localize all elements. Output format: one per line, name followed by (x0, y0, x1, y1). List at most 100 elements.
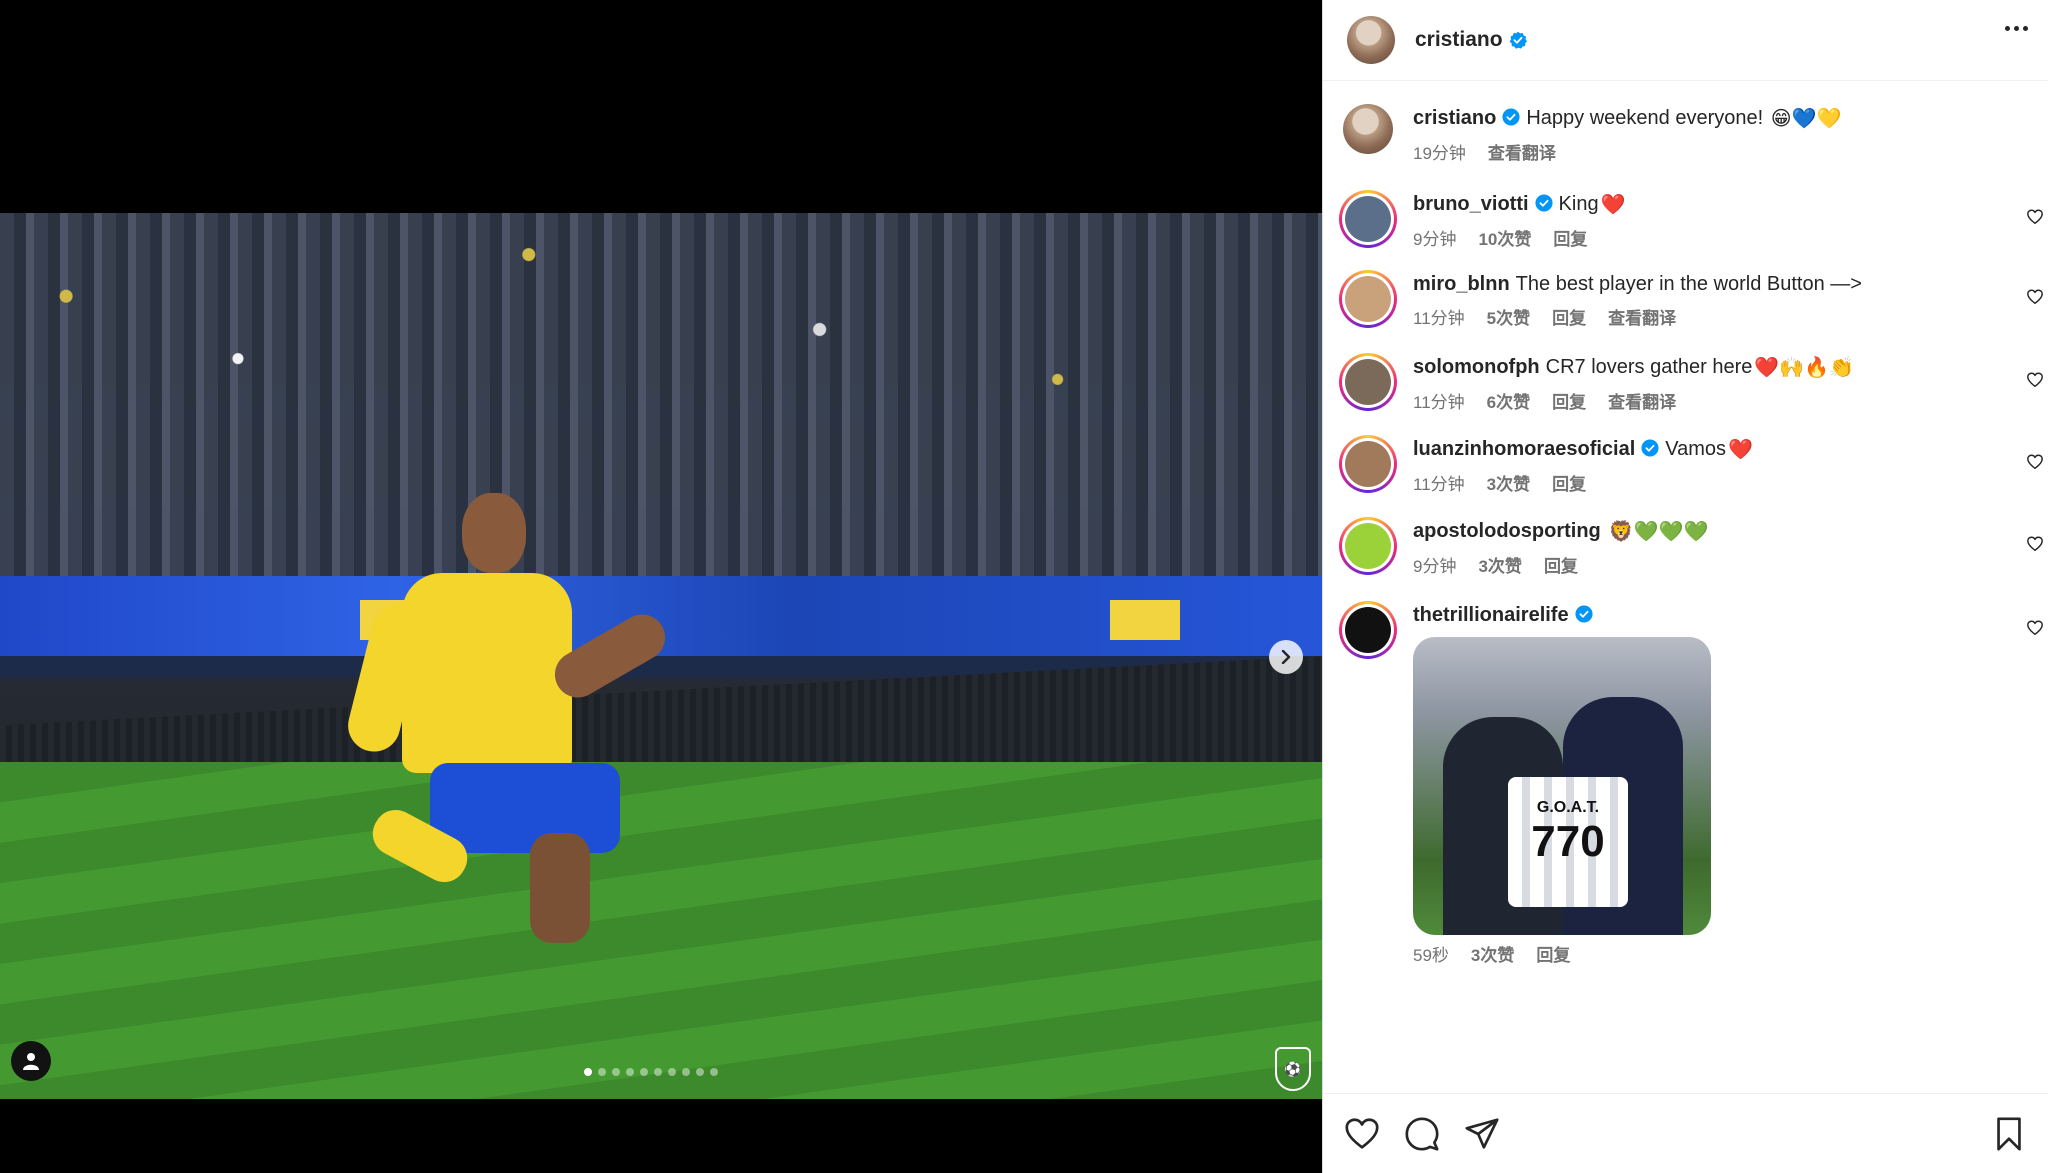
comment: luanzinhomoraesoficial Vamos ❤️ 11分钟 3次赞 回复 (1337, 435, 2048, 495)
carousel-dot (612, 1068, 620, 1076)
carousel-indicator (584, 1068, 718, 1076)
author-username[interactable]: cristiano (1415, 28, 1503, 52)
carousel-dot (710, 1068, 718, 1076)
post-photo[interactable] (0, 213, 1322, 1099)
comment-avatar-wrap (1337, 517, 1399, 577)
carousel-dot (598, 1068, 606, 1076)
commenter-avatar (1345, 523, 1391, 569)
reply-button[interactable]: 回复 (1553, 225, 1587, 250)
verified-badge-icon (1534, 194, 1553, 212)
comment-text: CR7 lovers gather here (1545, 356, 1753, 378)
see-translation-link[interactable]: 查看翻译 (1608, 304, 1676, 329)
tagged-people-button[interactable] (11, 1041, 51, 1081)
comment-emojis: ❤️ (1728, 439, 1753, 461)
story-ring[interactable] (1339, 517, 1397, 575)
share-icon[interactable] (1463, 1115, 1501, 1153)
reply-button[interactable]: 回复 (1552, 470, 1586, 495)
comment-likes[interactable]: 3次赞 (1487, 470, 1530, 495)
next-image-button[interactable] (1269, 640, 1303, 674)
author-avatar[interactable] (1343, 104, 1393, 154)
reply-button[interactable]: 回复 (1544, 552, 1578, 577)
comment-likes[interactable]: 3次赞 (1478, 552, 1521, 577)
commenter-avatar (1345, 276, 1391, 322)
comment-username[interactable]: bruno_viotti (1413, 193, 1529, 215)
comment-username[interactable]: apostolodosporting (1413, 520, 1601, 542)
comment-emojis: 🦁💚💚💚 (1608, 521, 1709, 543)
comment-time: 11分钟 (1413, 393, 1465, 412)
comment-image[interactable]: G.O.A.T. 770 (1413, 637, 1711, 935)
comment: thetrillionairelife G.O.A.T. 770 59秒 3次赞 回复 (1337, 601, 2048, 966)
comment-username[interactable]: miro_blnn (1413, 273, 1510, 295)
jersey: G.O.A.T. 770 (1508, 777, 1628, 907)
heart-icon[interactable] (2026, 288, 2044, 306)
comment-text: Vamos (1665, 438, 1727, 460)
commenter-avatar (1345, 441, 1391, 487)
verified-badge-icon (1509, 31, 1527, 49)
comment-time: 11分钟 (1413, 309, 1465, 328)
author-avatar[interactable] (1347, 16, 1395, 64)
comment-time: 11分钟 (1413, 475, 1465, 494)
story-ring[interactable] (1339, 190, 1397, 248)
story-ring[interactable] (1339, 435, 1397, 493)
post-header: cristiano (1323, 0, 2048, 81)
comment-time: 59秒 (1413, 946, 1449, 965)
caption-avatar-wrap (1337, 104, 1399, 164)
bookmark-icon[interactable] (1990, 1115, 2028, 1153)
comment-avatar-wrap (1337, 190, 1399, 250)
comment-username[interactable]: thetrillionairelife (1413, 604, 1569, 626)
comment-items: bruno_viotti King ❤️ 9分钟 10次赞 回复 miro_blnn The … (1337, 190, 2048, 966)
comment: apostolodosporting 🦁💚💚💚 9分钟 3次赞 回复 (1337, 517, 2048, 577)
carousel-dot (640, 1068, 648, 1076)
caption-text: Happy weekend everyone! (1526, 107, 1764, 129)
comment-time: 9分钟 (1413, 557, 1457, 576)
verified-badge-icon (1502, 108, 1520, 126)
chevron-right-icon (1281, 650, 1291, 664)
heart-icon[interactable] (2026, 371, 2044, 389)
carousel-dot (696, 1068, 704, 1076)
comment-icon[interactable] (1403, 1115, 1441, 1153)
player-figure (330, 493, 710, 1099)
carousel-dot (668, 1068, 676, 1076)
carousel-dot (626, 1068, 634, 1076)
comment-username[interactable]: solomonofph (1413, 356, 1540, 378)
heart-icon[interactable] (2026, 453, 2044, 471)
comment: solomonofph CR7 lovers gather here ❤️🙌🔥👏 11… (1337, 353, 2048, 413)
comment-avatar-wrap (1337, 270, 1399, 329)
comment-emojis: ❤️ (1600, 194, 1626, 216)
comment-avatar-wrap (1337, 601, 1399, 966)
caption-username[interactable]: cristiano (1413, 107, 1496, 129)
comment-avatar-wrap (1337, 435, 1399, 495)
comment-text: The best player in the world Button —> (1515, 273, 1862, 295)
post-actions-bar (1323, 1093, 2048, 1173)
heart-icon[interactable] (1343, 1115, 1381, 1153)
comments-list: cristiano Happy weekend everyone! 😁💙💛 19分… (1323, 82, 2048, 1093)
comment-likes[interactable]: 10次赞 (1478, 225, 1531, 250)
caption-time: 19分钟 (1413, 144, 1466, 163)
heart-icon[interactable] (2026, 535, 2044, 553)
carousel-dot (682, 1068, 690, 1076)
commenter-avatar (1345, 196, 1391, 242)
verified-badge-icon (1641, 439, 1659, 457)
carousel-dot (654, 1068, 662, 1076)
comment-text: King (1558, 193, 1599, 215)
heart-icon[interactable] (2026, 208, 2044, 226)
comment-likes[interactable]: 5次赞 (1487, 304, 1530, 329)
post-sidebar: cristiano cristiano Happy weekend everyon… (1322, 0, 2048, 1173)
reply-button[interactable]: 回复 (1552, 304, 1586, 329)
see-translation-link[interactable]: 查看翻译 (1608, 388, 1676, 413)
more-options-icon[interactable] (2005, 26, 2028, 31)
see-translation-link[interactable]: 查看翻译 (1488, 139, 1556, 164)
comment-likes[interactable]: 3次赞 (1471, 941, 1514, 966)
story-ring[interactable] (1339, 270, 1397, 328)
heart-icon[interactable] (2026, 619, 2044, 637)
comment: bruno_viotti King ❤️ 9分钟 10次赞 回复 (1337, 190, 2048, 250)
story-ring[interactable] (1339, 353, 1397, 411)
verified-badge-icon (1575, 605, 1593, 623)
comment-username[interactable]: luanzinhomoraesoficial (1413, 438, 1635, 460)
reply-button[interactable]: 回复 (1552, 388, 1586, 413)
comment-likes[interactable]: 6次赞 (1487, 388, 1530, 413)
commenter-avatar (1345, 607, 1391, 653)
story-ring[interactable] (1339, 601, 1397, 659)
caption: cristiano Happy weekend everyone! 😁💙💛 19分… (1337, 104, 2048, 164)
reply-button[interactable]: 回复 (1536, 941, 1570, 966)
